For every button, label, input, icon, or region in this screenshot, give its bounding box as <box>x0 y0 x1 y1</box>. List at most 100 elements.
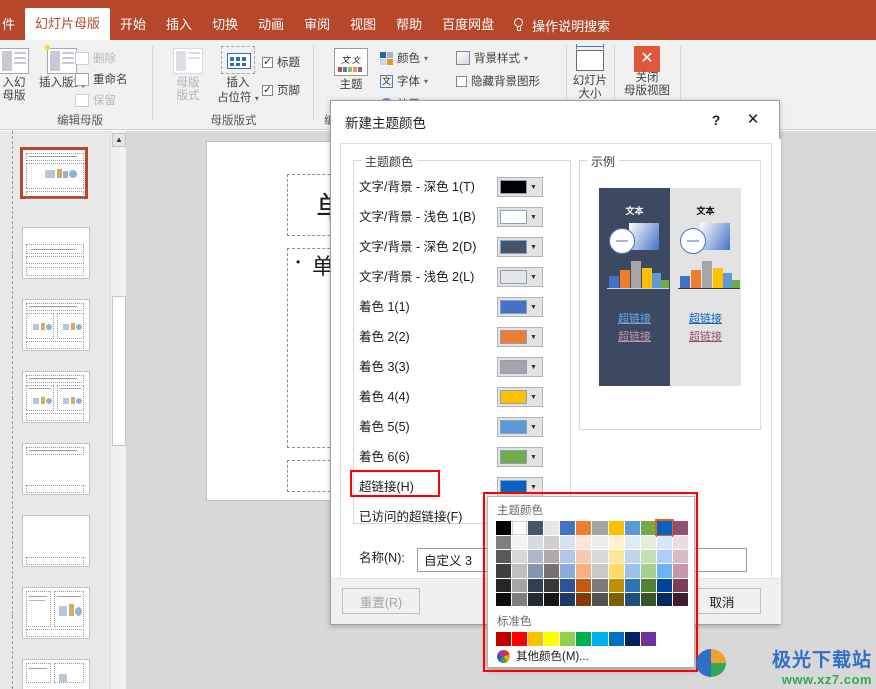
theme-tint-swatch-2-6[interactable] <box>592 564 608 578</box>
master-layout-button[interactable]: 母版 版式 <box>160 48 216 103</box>
theme-tint-swatch-4-3[interactable] <box>544 592 560 606</box>
rename-master-button[interactable]: 重命名 <box>75 71 128 87</box>
close-master-view-button[interactable]: ✕ 关闭 母版视图 <box>619 46 675 98</box>
theme-tint-swatch-2-11[interactable] <box>672 564 688 578</box>
theme-tint-swatch-1-10[interactable] <box>656 550 672 564</box>
reset-button[interactable]: 重置(R) <box>342 588 420 614</box>
theme-tint-swatch-1-6[interactable] <box>592 550 608 564</box>
footer-checkbox-row[interactable]: 页脚 <box>262 82 300 98</box>
theme-tint-swatch-4-9[interactable] <box>640 592 656 606</box>
slide-thumbnail-pane[interactable] <box>0 131 110 689</box>
theme-colors-row[interactable] <box>496 519 688 537</box>
theme-color-swatch-7[interactable] <box>608 521 624 535</box>
chevron-down-icon[interactable]: ▼ <box>527 184 540 191</box>
theme-tint-swatch-0-10[interactable] <box>656 536 672 550</box>
theme-tint-swatch-4-5[interactable] <box>576 592 592 606</box>
slide-thumbnail[interactable] <box>22 299 90 351</box>
theme-color-swatch-1[interactable] <box>512 521 528 535</box>
theme-tint-swatch-0-4[interactable] <box>560 536 576 550</box>
theme-tint-swatch-3-9[interactable] <box>640 578 656 592</box>
tab-file[interactable]: 件 <box>0 10 25 40</box>
theme-tint-swatch-1-4[interactable] <box>560 550 576 564</box>
theme-color-swatch-9[interactable] <box>640 521 656 535</box>
theme-tint-swatch-2-4[interactable] <box>560 564 576 578</box>
thumbnail-6-wrap[interactable] <box>0 515 110 571</box>
chevron-down-icon[interactable]: ▼ <box>527 334 540 341</box>
color-dropdown-hyperlink[interactable]: ▼ <box>497 477 543 497</box>
color-dropdown-text-background-light-1[interactable]: ▼ <box>497 207 543 227</box>
chevron-down-icon[interactable]: ▼ <box>527 484 540 491</box>
theme-tints-grid[interactable] <box>496 536 688 606</box>
theme-color-swatch-4[interactable] <box>560 521 576 535</box>
preserve-master-button[interactable]: 保留 <box>75 92 116 108</box>
theme-tint-swatch-3-4[interactable] <box>560 578 576 592</box>
color-dropdown-accent-2[interactable]: ▼ <box>497 327 543 347</box>
scrollbar-thumb[interactable] <box>112 296 126 446</box>
thumbnail-4-wrap[interactable] <box>0 371 110 427</box>
theme-tint-swatch-1-0[interactable] <box>496 550 512 564</box>
color-picker-flyout[interactable]: 主题颜色 标准色 其他颜色(M)... <box>487 496 695 668</box>
theme-tint-swatch-0-7[interactable] <box>608 536 624 550</box>
theme-tint-swatch-3-7[interactable] <box>608 578 624 592</box>
theme-tint-swatch-4-4[interactable] <box>560 592 576 606</box>
theme-tint-swatch-3-1[interactable] <box>512 578 528 592</box>
theme-tint-swatch-0-5[interactable] <box>576 536 592 550</box>
theme-tint-swatch-0-9[interactable] <box>640 536 656 550</box>
slide-thumbnail[interactable] <box>22 443 90 495</box>
theme-color-swatch-10[interactable] <box>654 519 674 537</box>
thumbnail-8-wrap[interactable] <box>0 659 110 689</box>
theme-button[interactable]: 文 文 主题 <box>323 48 379 92</box>
slide-size-button[interactable]: 幻灯片 大小 <box>562 44 618 101</box>
theme-colors-chevron-down-icon[interactable]: ▾ <box>424 54 428 63</box>
color-dropdown-accent-1[interactable]: ▼ <box>497 297 543 317</box>
scroll-up-arrow-icon[interactable]: ▲ <box>112 133 126 147</box>
slide-thumbnail[interactable] <box>22 659 90 689</box>
theme-tint-swatch-4-0[interactable] <box>496 592 512 606</box>
theme-tint-swatch-4-7[interactable] <box>608 592 624 606</box>
thumbnail-7-wrap[interactable] <box>0 587 110 643</box>
theme-fonts-chevron-down-icon[interactable]: ▾ <box>424 77 428 86</box>
standard-color-swatch-5[interactable] <box>576 632 592 646</box>
theme-tint-swatch-2-1[interactable] <box>512 564 528 578</box>
theme-color-swatch-5[interactable] <box>576 521 592 535</box>
color-dropdown-accent-3[interactable]: ▼ <box>497 357 543 377</box>
color-dropdown-text-background-dark-2[interactable]: ▼ <box>497 237 543 257</box>
tab-insert[interactable]: 插入 <box>156 10 202 40</box>
chevron-down-icon[interactable]: ▼ <box>527 214 540 221</box>
theme-tint-swatch-0-0[interactable] <box>496 536 512 550</box>
theme-tint-swatch-2-3[interactable] <box>544 564 560 578</box>
color-dropdown-accent-6[interactable]: ▼ <box>497 447 543 467</box>
slide-thumbnail[interactable] <box>22 587 90 639</box>
chevron-down-icon[interactable]: ▼ <box>527 364 540 371</box>
theme-tint-swatch-2-0[interactable] <box>496 564 512 578</box>
standard-color-swatch-1[interactable] <box>512 632 528 646</box>
theme-tint-swatch-1-5[interactable] <box>576 550 592 564</box>
title-checkbox[interactable] <box>262 55 273 68</box>
theme-tint-swatch-0-11[interactable] <box>672 536 688 550</box>
chevron-down-icon[interactable]: ▼ <box>527 394 540 401</box>
tab-transitions[interactable]: 切换 <box>202 10 248 40</box>
theme-tint-swatch-4-2[interactable] <box>528 592 544 606</box>
thumbnail-scrollbar[interactable]: ▲ <box>110 131 126 689</box>
hide-background-graphics-checkbox[interactable] <box>456 75 467 87</box>
theme-tint-swatch-1-8[interactable] <box>624 550 640 564</box>
theme-color-swatch-6[interactable] <box>592 521 608 535</box>
theme-tint-swatch-4-8[interactable] <box>624 592 640 606</box>
title-checkbox-row[interactable]: 标题 <box>262 54 300 70</box>
theme-tint-swatch-4-11[interactable] <box>672 592 688 606</box>
theme-tint-swatch-0-3[interactable] <box>544 536 560 550</box>
slide-thumbnail[interactable] <box>22 515 90 567</box>
tell-me-search[interactable]: 操作说明搜索 <box>504 10 618 40</box>
chevron-down-icon[interactable]: ▼ <box>527 454 540 461</box>
help-icon[interactable]: ? <box>705 110 727 130</box>
theme-tint-swatch-3-3[interactable] <box>544 578 560 592</box>
theme-tint-swatch-1-9[interactable] <box>640 550 656 564</box>
theme-tint-swatch-2-10[interactable] <box>656 564 672 578</box>
tab-baidu-netdisk[interactable]: 百度网盘 <box>432 10 504 40</box>
color-dropdown-text-background-dark-1[interactable]: ▼ <box>497 177 543 197</box>
slide-thumbnail-selected[interactable] <box>20 147 88 199</box>
theme-tint-swatch-3-5[interactable] <box>576 578 592 592</box>
standard-color-swatch-0[interactable] <box>496 632 512 646</box>
theme-tint-swatch-2-8[interactable] <box>624 564 640 578</box>
theme-tint-swatch-1-11[interactable] <box>672 550 688 564</box>
